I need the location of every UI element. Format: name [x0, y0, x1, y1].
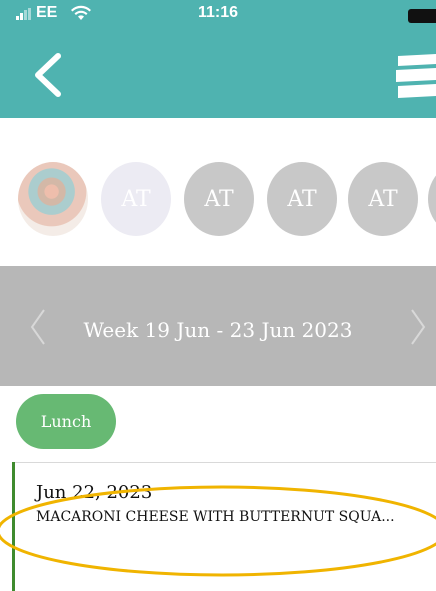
divider: [14, 462, 436, 463]
entry-meal: MACARONI CHEESE WITH BUTTERNUT SQUA...: [36, 509, 395, 525]
meal-entry[interactable]: Jun 22, 2023 MACARONI CHEESE WITH BUTTER…: [22, 482, 436, 525]
child-avatar[interactable]: AT: [348, 162, 418, 236]
entry-date: Jun 22, 2023: [36, 482, 153, 503]
battery-icon: [408, 9, 436, 23]
child-avatar-partial[interactable]: [428, 162, 436, 236]
chevron-left-icon[interactable]: [28, 52, 68, 98]
child-avatar[interactable]: AT: [101, 162, 171, 236]
child-selector: AT AT AT AT: [0, 160, 436, 246]
week-label: Week 19 Jun - 23 Jun 2023: [83, 318, 353, 342]
lunch-filter-chip[interactable]: Lunch: [16, 394, 116, 449]
nav-bar: [0, 30, 436, 118]
chevron-right-icon[interactable]: [408, 308, 428, 346]
child-avatar[interactable]: AT: [267, 162, 337, 236]
week-selector: Week 19 Jun - 23 Jun 2023: [0, 266, 436, 386]
child-avatar-photo[interactable]: [18, 162, 88, 236]
status-time: 11:16: [197, 4, 239, 21]
menu-icon[interactable]: [392, 52, 436, 98]
child-avatar[interactable]: AT: [184, 162, 254, 236]
status-bar: EE 11:16: [0, 0, 436, 30]
entry-accent-bar: [12, 462, 15, 591]
